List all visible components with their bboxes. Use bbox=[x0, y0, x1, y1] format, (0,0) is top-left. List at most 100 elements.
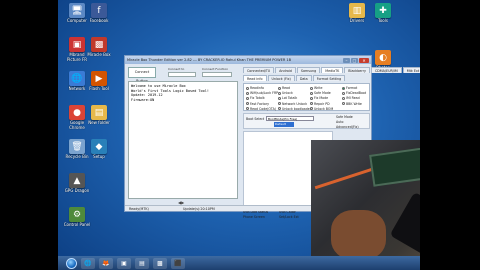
option-radio[interactable]: Read bbox=[278, 86, 290, 90]
desktop-icon[interactable]: ◆ Setup bbox=[84, 139, 114, 160]
desktop-icon-glyph-icon: 🗑 bbox=[69, 139, 85, 154]
radio-dot-icon bbox=[246, 107, 249, 111]
desktop-icon-label: Setup bbox=[93, 154, 105, 159]
tab[interactable]: Data bbox=[295, 75, 312, 81]
taskbar-app-icon[interactable]: 🌐 bbox=[81, 257, 95, 269]
minimize-button[interactable]: – bbox=[343, 57, 350, 63]
window-title: Miracle Box Thunder Edition ver 2.82 ---… bbox=[127, 58, 291, 62]
radio-dot-icon bbox=[246, 102, 249, 106]
desktop-icon-label: Flash Tool bbox=[89, 86, 109, 91]
tab[interactable]: Blackberry bbox=[344, 67, 370, 73]
option-radio[interactable]: BBK Write bbox=[342, 102, 362, 106]
port-field: Connect to bbox=[168, 67, 196, 77]
option-label: Repair PD bbox=[314, 101, 330, 106]
option-radio[interactable]: Readinfo bbox=[246, 86, 264, 90]
taskbar-app-icon[interactable]: 🦊 bbox=[99, 257, 113, 269]
desktop-icon-glyph-icon: ⚙ bbox=[69, 207, 85, 222]
camera-overlay-photo bbox=[311, 140, 420, 257]
desktop-icon-glyph-icon: ▶ bbox=[91, 71, 107, 86]
radio-dot-icon bbox=[246, 86, 249, 90]
taskbar-app-icon[interactable]: ▣ bbox=[117, 257, 131, 269]
desktop-icon-glyph-icon: 🖥 bbox=[69, 3, 85, 18]
boot-radio-auto[interactable]: Auto bbox=[336, 120, 343, 124]
option-label: Lot Totalk bbox=[282, 96, 298, 101]
radio-dot-icon bbox=[278, 91, 281, 95]
taskbar-app-icon[interactable]: ▩ bbox=[153, 257, 167, 269]
boot-select-highlight[interactable]: Default bbox=[274, 122, 294, 127]
radio-dot-icon bbox=[310, 107, 313, 111]
connect-button[interactable]: Connect Button bbox=[128, 67, 156, 83]
tab[interactable]: Unlock (Fix) bbox=[267, 75, 295, 81]
options-panel: Readinfo Read Write Format Wifi/sub/Lock FRP… bbox=[243, 83, 370, 111]
option-label: Fix Totalk bbox=[250, 96, 265, 101]
desktop-icon-glyph-icon: ✚ bbox=[375, 3, 391, 18]
taskbar-app-icon[interactable]: ⬛ bbox=[171, 257, 185, 269]
log-line: Firmware:ON bbox=[131, 97, 155, 102]
option-radio[interactable]: Safe Mode bbox=[310, 91, 331, 95]
desktop-icon[interactable]: ⚙ Control Panel bbox=[62, 207, 92, 228]
desktop-icon[interactable]: ▩ Miracle Box bbox=[84, 37, 114, 58]
option-label: BBK Write bbox=[346, 101, 362, 106]
tab[interactable]: Format Setting bbox=[312, 75, 346, 81]
speed-label: Connect Function bbox=[202, 67, 229, 71]
option-label: Wifi/sub/Lock FRP bbox=[250, 91, 279, 96]
tab[interactable]: Android bbox=[275, 67, 296, 73]
boot-select-label: Boot Select bbox=[246, 117, 265, 121]
radio-dot-icon bbox=[246, 96, 249, 100]
boot-select-dropdown[interactable]: BootMode(Pin Free) bbox=[266, 116, 314, 121]
radio-dot-icon bbox=[342, 96, 345, 100]
maximize-button[interactable]: □ bbox=[351, 57, 358, 63]
option-radio[interactable]: FixDeadBoot bbox=[342, 91, 366, 95]
option-radio[interactable]: Read Code(OTA) bbox=[246, 107, 276, 111]
option-radio[interactable]: Lot Totalk bbox=[278, 96, 297, 100]
radio-dot-icon bbox=[246, 91, 249, 95]
tab[interactable]: Samsung bbox=[296, 67, 321, 73]
desktop-icon-glyph-icon: ▲ bbox=[69, 173, 85, 188]
window-titlebar[interactable]: Miracle Box Thunder Edition ver 2.82 ---… bbox=[125, 56, 371, 64]
tab[interactable]: MediaTK bbox=[321, 67, 344, 73]
hand-left bbox=[331, 210, 386, 257]
option-radio[interactable]: Write bbox=[310, 86, 322, 90]
log-output[interactable]: Welcome to use Miracle Box World's First… bbox=[128, 81, 238, 199]
option-radio[interactable]: Fix Totalk bbox=[246, 96, 265, 100]
option-label: IMI Read bbox=[346, 96, 360, 101]
desktop-icon[interactable]: ✚ Tools bbox=[368, 3, 398, 24]
option-radio[interactable]: Format bbox=[342, 86, 357, 90]
taskbar-app-icon[interactable]: ▤ bbox=[135, 257, 149, 269]
option-label: Unlock BOM bbox=[314, 106, 334, 111]
radio-dot-icon bbox=[342, 91, 345, 95]
boot-radio-advanced[interactable]: Advanced(Fix) bbox=[336, 125, 359, 129]
option-radio[interactable]: Unlock bbox=[278, 91, 293, 95]
start-button-icon[interactable] bbox=[66, 257, 77, 269]
tab[interactable]: Read info bbox=[243, 75, 267, 81]
tab[interactable]: CDMA/EUR/IM bbox=[370, 67, 402, 73]
option-radio[interactable]: Fix Mode bbox=[310, 96, 328, 100]
port-select[interactable] bbox=[168, 72, 196, 77]
tab[interactable]: Connected/TX bbox=[243, 67, 275, 73]
desktop-icon[interactable]: f Facebook bbox=[84, 3, 114, 24]
option-label: Readinfo bbox=[250, 86, 264, 90]
radio-dot-icon bbox=[278, 107, 281, 111]
radio-dot-icon bbox=[278, 102, 281, 106]
option-radio[interactable]: Unlock bootloader bbox=[278, 107, 311, 111]
desktop-icon[interactable]: ▲ GPG Dragon bbox=[62, 173, 92, 194]
taskbar-items: 🌐 🦊 ▣ ▤ ▩ ⬛ bbox=[77, 257, 185, 269]
option-label: Format bbox=[346, 86, 358, 90]
desktop-icon-glyph-icon: f bbox=[91, 3, 107, 18]
desktop-icon[interactable]: ▶ Flash Tool bbox=[84, 71, 114, 92]
option-radio[interactable]: Network Unlock bbox=[278, 102, 307, 106]
speed-select[interactable] bbox=[202, 72, 232, 77]
tab[interactable]: Mtk Ext Pro bbox=[402, 67, 420, 73]
option-radio[interactable]: Wifi/sub/Lock FRP bbox=[246, 91, 278, 95]
desktop-icon-label: Miracle Box bbox=[87, 52, 111, 57]
close-button[interactable]: ✕ bbox=[359, 57, 369, 63]
option-radio[interactable]: Unlock BOM bbox=[310, 107, 333, 111]
desktop-icon[interactable]: ▤ New folder bbox=[84, 105, 114, 126]
option-radio[interactable]: Repair PD bbox=[310, 102, 330, 106]
boot-radio-safe[interactable]: Safe Mode bbox=[336, 115, 353, 119]
option-radio[interactable]: IMI Read bbox=[342, 96, 360, 100]
option-radio[interactable]: Fast Factory bbox=[246, 102, 269, 106]
option-label: Fix Mode bbox=[314, 96, 329, 101]
desktop-icon-label: Tools bbox=[378, 18, 388, 23]
radio-dot-icon bbox=[342, 102, 345, 106]
